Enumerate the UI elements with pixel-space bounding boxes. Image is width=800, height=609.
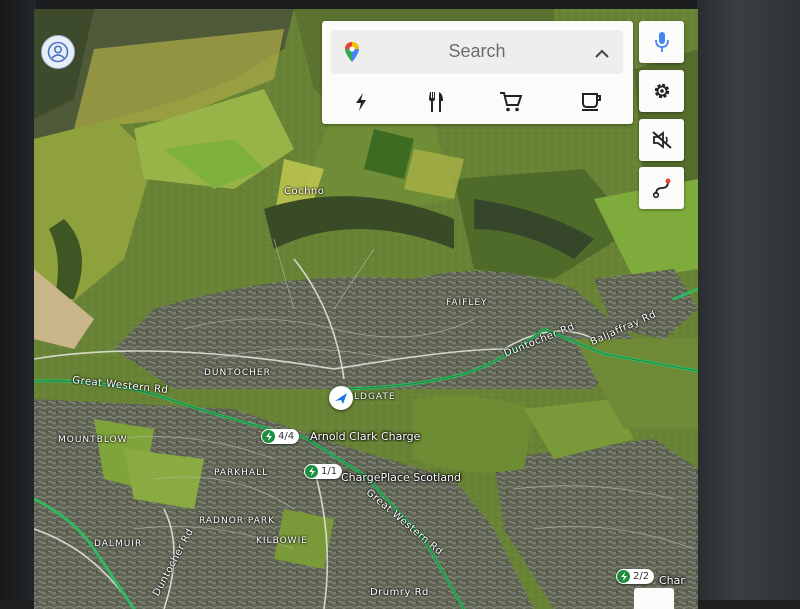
place-label: DALMUIR: [94, 539, 143, 549]
charger-badge[interactable]: 4/4: [261, 429, 300, 444]
voice-search-button[interactable]: [639, 21, 684, 63]
fork-knife-icon: [429, 92, 443, 112]
charger-badge[interactable]: 1/1: [304, 464, 343, 479]
bottom-right-control[interactable]: [634, 588, 674, 609]
ev-charger-icon: [617, 570, 630, 583]
place-label: KILBOWIE: [256, 536, 308, 546]
route-icon: [652, 178, 670, 199]
gear-icon: [654, 83, 669, 99]
charger-availability: 1/1: [321, 466, 338, 477]
coffee-cup-icon: [582, 93, 601, 111]
road-label: Drumry Rd: [370, 587, 429, 598]
place-label: Cochno: [284, 186, 325, 197]
category-groceries[interactable]: [496, 89, 526, 115]
place-label: MOUNTBLOW: [58, 435, 128, 445]
charger-name-partial[interactable]: Char: [659, 574, 685, 587]
settings-button[interactable]: [639, 70, 684, 112]
mute-button[interactable]: [639, 119, 684, 161]
monitor-bezel-right: [697, 0, 800, 600]
monitor-bezel-left: [0, 0, 36, 600]
charger-badge[interactable]: 2/2: [616, 569, 655, 584]
search-bar[interactable]: Search: [331, 30, 623, 74]
place-label: DUNTOCHER: [204, 368, 271, 378]
place-label: RADNOR PARK: [199, 516, 276, 526]
place-label: PARKHALL: [214, 468, 269, 478]
category-ev-charging[interactable]: [346, 89, 376, 115]
search-input[interactable]: Search: [331, 41, 623, 62]
microphone-icon: [654, 32, 669, 52]
lightning-bolt-icon: [356, 93, 366, 111]
muted-speaker-icon: [651, 131, 672, 149]
account-icon: [47, 41, 69, 63]
ev-charger-icon: [305, 465, 318, 478]
place-label: FAIFLEY: [446, 298, 488, 308]
route-options-button[interactable]: [639, 167, 684, 209]
navigation-arrow-icon: [335, 393, 347, 404]
shopping-cart-icon: [500, 92, 523, 112]
map-screen[interactable]: Cochno FAIFLEY DUNTOCHER MOUNTBLOW PARKH…: [34, 9, 698, 609]
search-panel: Search: [322, 21, 633, 124]
charger-name[interactable]: Arnold Clark Charge: [310, 430, 420, 443]
category-coffee[interactable]: [576, 89, 606, 115]
category-restaurants[interactable]: [421, 89, 451, 115]
charger-name[interactable]: ChargePlace Scotland: [341, 471, 461, 484]
current-location-marker[interactable]: [329, 386, 353, 410]
account-button[interactable]: [41, 35, 75, 69]
place-label-partial: LDGATE: [354, 392, 396, 402]
ev-charger-icon: [262, 430, 275, 443]
charger-availability: 4/4: [278, 431, 295, 442]
chevron-up-icon[interactable]: [595, 44, 609, 63]
charger-availability: 2/2: [633, 571, 650, 582]
